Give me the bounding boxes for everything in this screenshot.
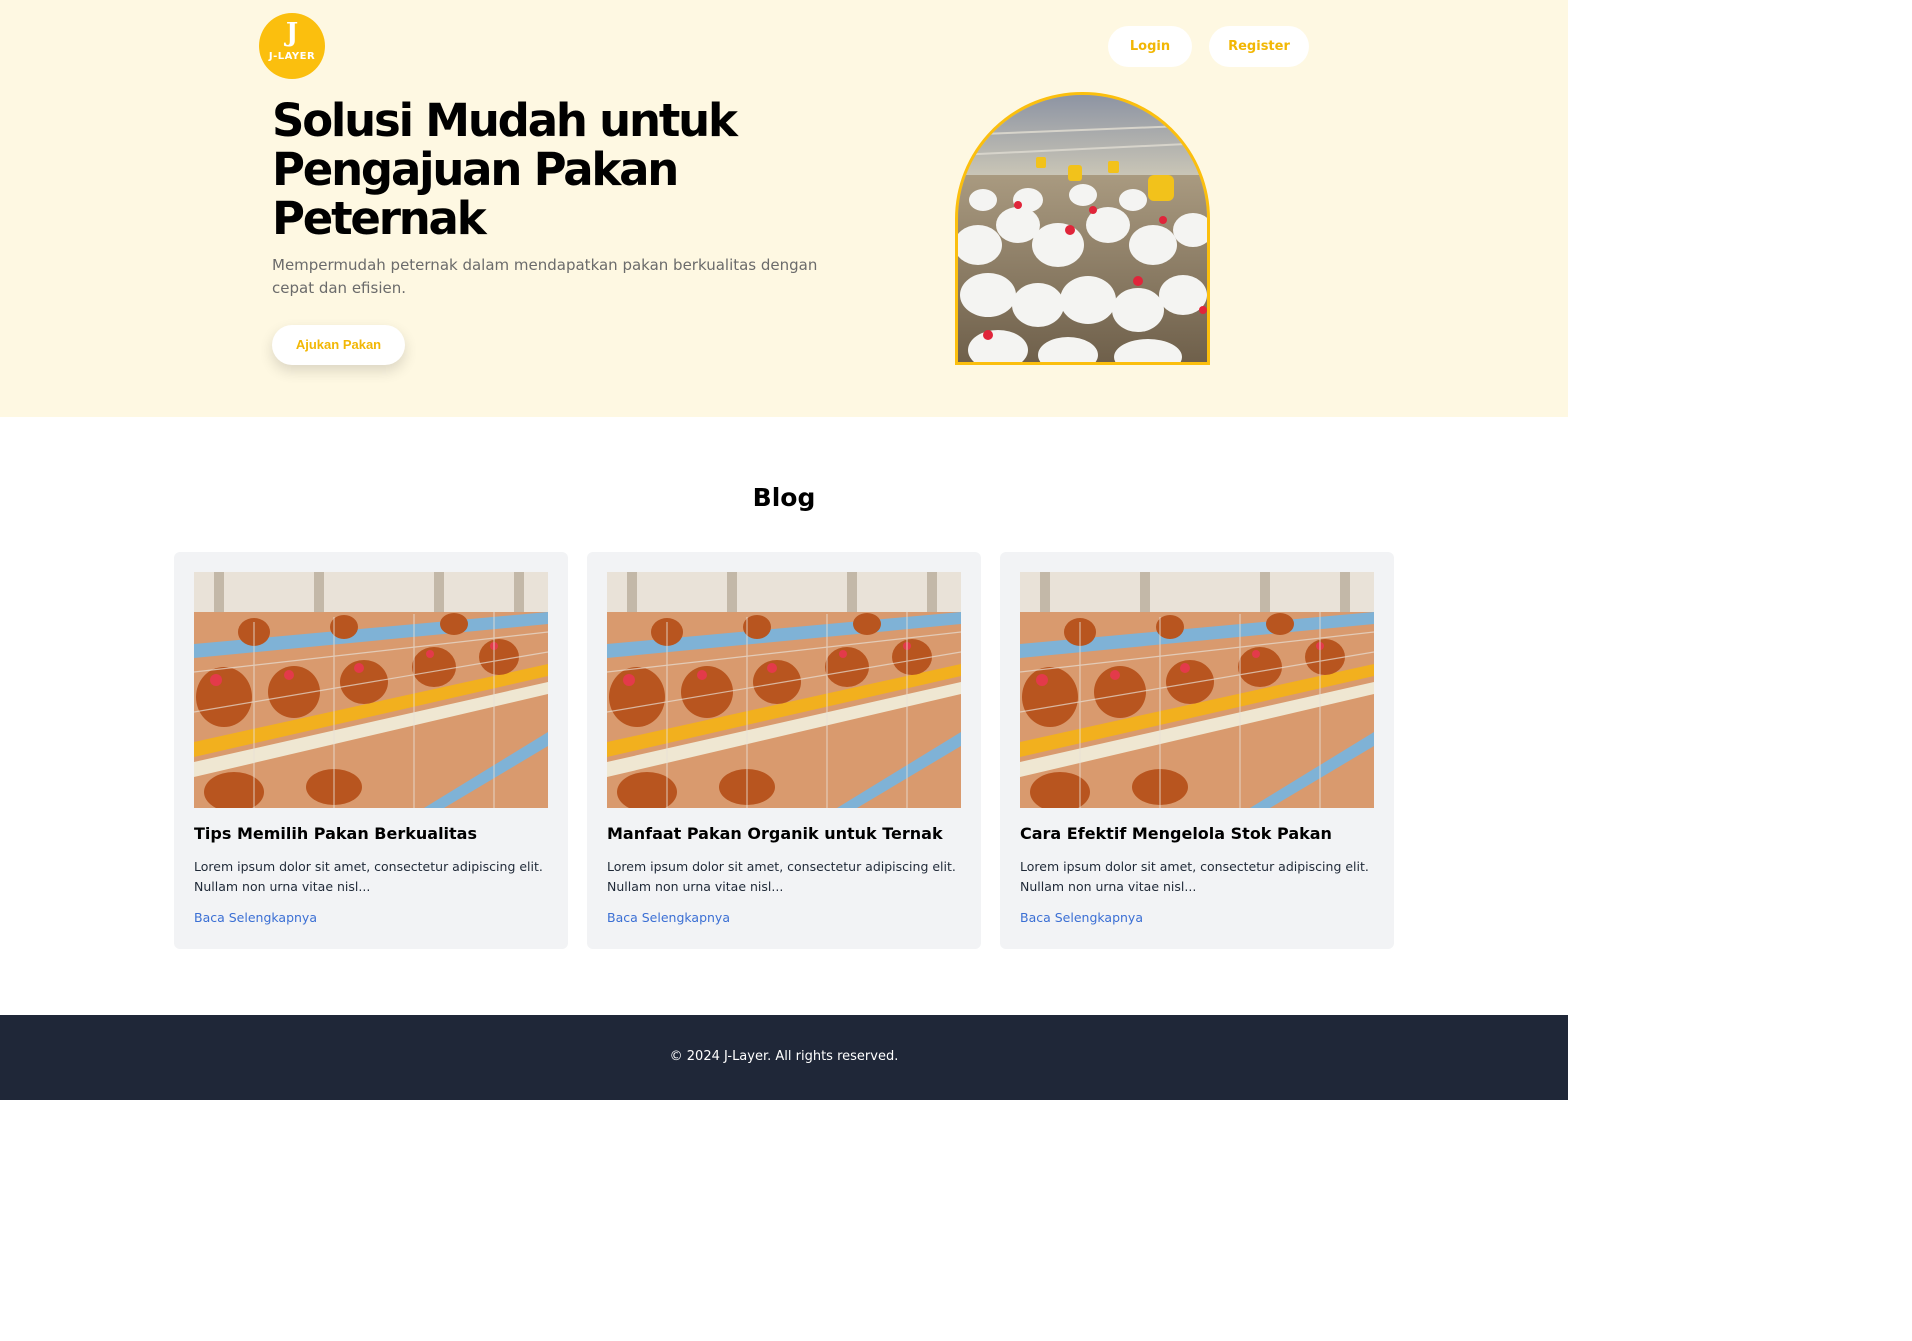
layer-hens-cage-illustration bbox=[607, 572, 961, 808]
register-button[interactable]: Register bbox=[1209, 26, 1309, 67]
blog-card-excerpt: Lorem ipsum dolor sit amet, consectetur … bbox=[1020, 859, 1369, 894]
layer-hens-cage-illustration bbox=[194, 572, 548, 808]
logo-glyph: J bbox=[285, 18, 299, 48]
footer-copyright: © 2024 J-Layer. All rights reserved. bbox=[669, 1049, 899, 1064]
login-button[interactable]: Login bbox=[1108, 26, 1192, 67]
footer: © 2024 J-Layer. All rights reserved. bbox=[0, 1015, 1568, 1100]
blog-card-image bbox=[194, 572, 548, 808]
ajukan-pakan-button[interactable]: Ajukan Pakan bbox=[272, 325, 405, 365]
hero-subtitle: Mempermudah peternak dalam mendapatkan p… bbox=[272, 256, 818, 297]
blog-card-title: Cara Efektif Mengelola Stok Pakan bbox=[1020, 824, 1332, 843]
hero-title: Solusi Mudah untuk Pengajuan Pakan Peter… bbox=[272, 94, 738, 245]
blog-card-excerpt: Lorem ipsum dolor sit amet, consectetur … bbox=[607, 859, 956, 894]
hero-image-illustration bbox=[958, 95, 1207, 362]
layer-hens-cage-illustration bbox=[1020, 572, 1374, 808]
hero-chicken-farm-image bbox=[955, 92, 1210, 365]
blog-card-title: Tips Memilih Pakan Berkualitas bbox=[194, 824, 477, 843]
hero-section: J J-LAYER Login Register Solusi Mudah un… bbox=[0, 0, 1568, 417]
brand-logo[interactable]: J J-LAYER bbox=[259, 13, 325, 79]
logo-text: J-LAYER bbox=[268, 51, 316, 62]
blog-card-image bbox=[1020, 572, 1374, 808]
blog-heading: Blog bbox=[752, 483, 816, 512]
read-more-link[interactable]: Baca Selengkapnya bbox=[194, 910, 317, 925]
blog-card-image bbox=[607, 572, 961, 808]
blog-card: Tips Memilih Pakan Berkualitas Lorem ips… bbox=[174, 552, 568, 949]
blog-card-excerpt: Lorem ipsum dolor sit amet, consectetur … bbox=[194, 859, 543, 894]
read-more-link[interactable]: Baca Selengkapnya bbox=[1020, 910, 1143, 925]
blog-card: Cara Efektif Mengelola Stok Pakan Lorem … bbox=[1000, 552, 1394, 949]
blog-card: Manfaat Pakan Organik untuk Ternak Lorem… bbox=[587, 552, 981, 949]
blog-card-title: Manfaat Pakan Organik untuk Ternak bbox=[607, 824, 943, 843]
read-more-link[interactable]: Baca Selengkapnya bbox=[607, 910, 730, 925]
